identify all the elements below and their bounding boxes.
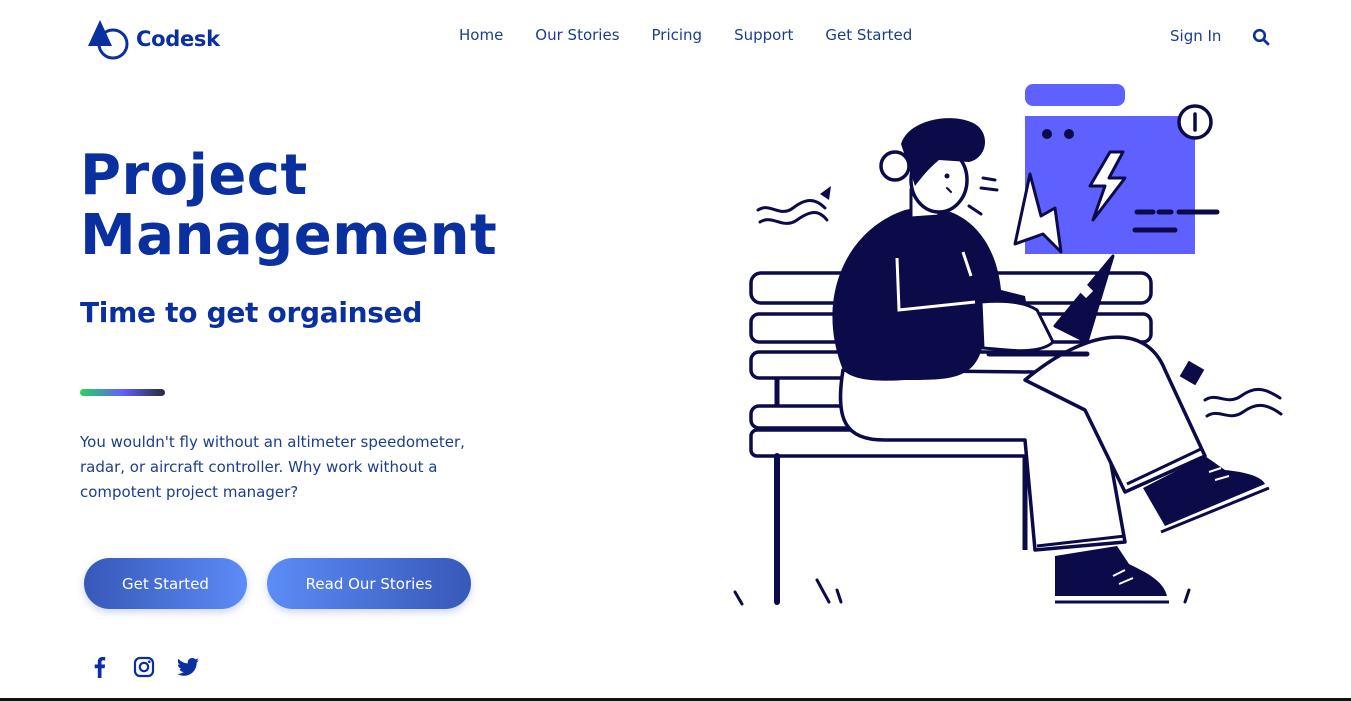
facebook-icon[interactable] (88, 655, 112, 679)
get-started-button[interactable]: Get Started (84, 558, 247, 609)
brand-logo[interactable]: Codesk (84, 18, 220, 60)
hero-title-line-1: Project (80, 143, 308, 208)
twitter-icon[interactable] (176, 655, 200, 679)
logo-mark-icon (88, 20, 129, 60)
nav-item-get-started[interactable]: Get Started (825, 26, 912, 44)
accent-divider (80, 389, 165, 396)
nav-item-pricing[interactable]: Pricing (652, 26, 703, 44)
hero-subtitle: Time to get orgainsed (80, 296, 423, 329)
social-links (88, 655, 220, 679)
nav-item-our-stories[interactable]: Our Stories (535, 26, 619, 44)
nav-item-support[interactable]: Support (734, 26, 793, 44)
nav-item-home[interactable]: Home (459, 26, 503, 44)
read-our-stories-button[interactable]: Read Our Stories (267, 558, 471, 609)
main-nav: Home Our Stories Pricing Support Get Sta… (459, 26, 944, 44)
brand-name: Codesk (136, 27, 220, 51)
hero-title-line-2: Management (80, 203, 498, 268)
hero-description: You wouldn't fly without an altimeter sp… (80, 433, 465, 501)
search-icon[interactable] (1252, 28, 1270, 46)
instagram-icon[interactable] (132, 655, 156, 679)
hero-title: Project Management (80, 146, 497, 266)
sign-in-link[interactable]: Sign In (1170, 27, 1221, 45)
hero-illustration (733, 84, 1283, 606)
landing-page: Codesk Home Our Stories Pricing Support … (0, 0, 1351, 701)
